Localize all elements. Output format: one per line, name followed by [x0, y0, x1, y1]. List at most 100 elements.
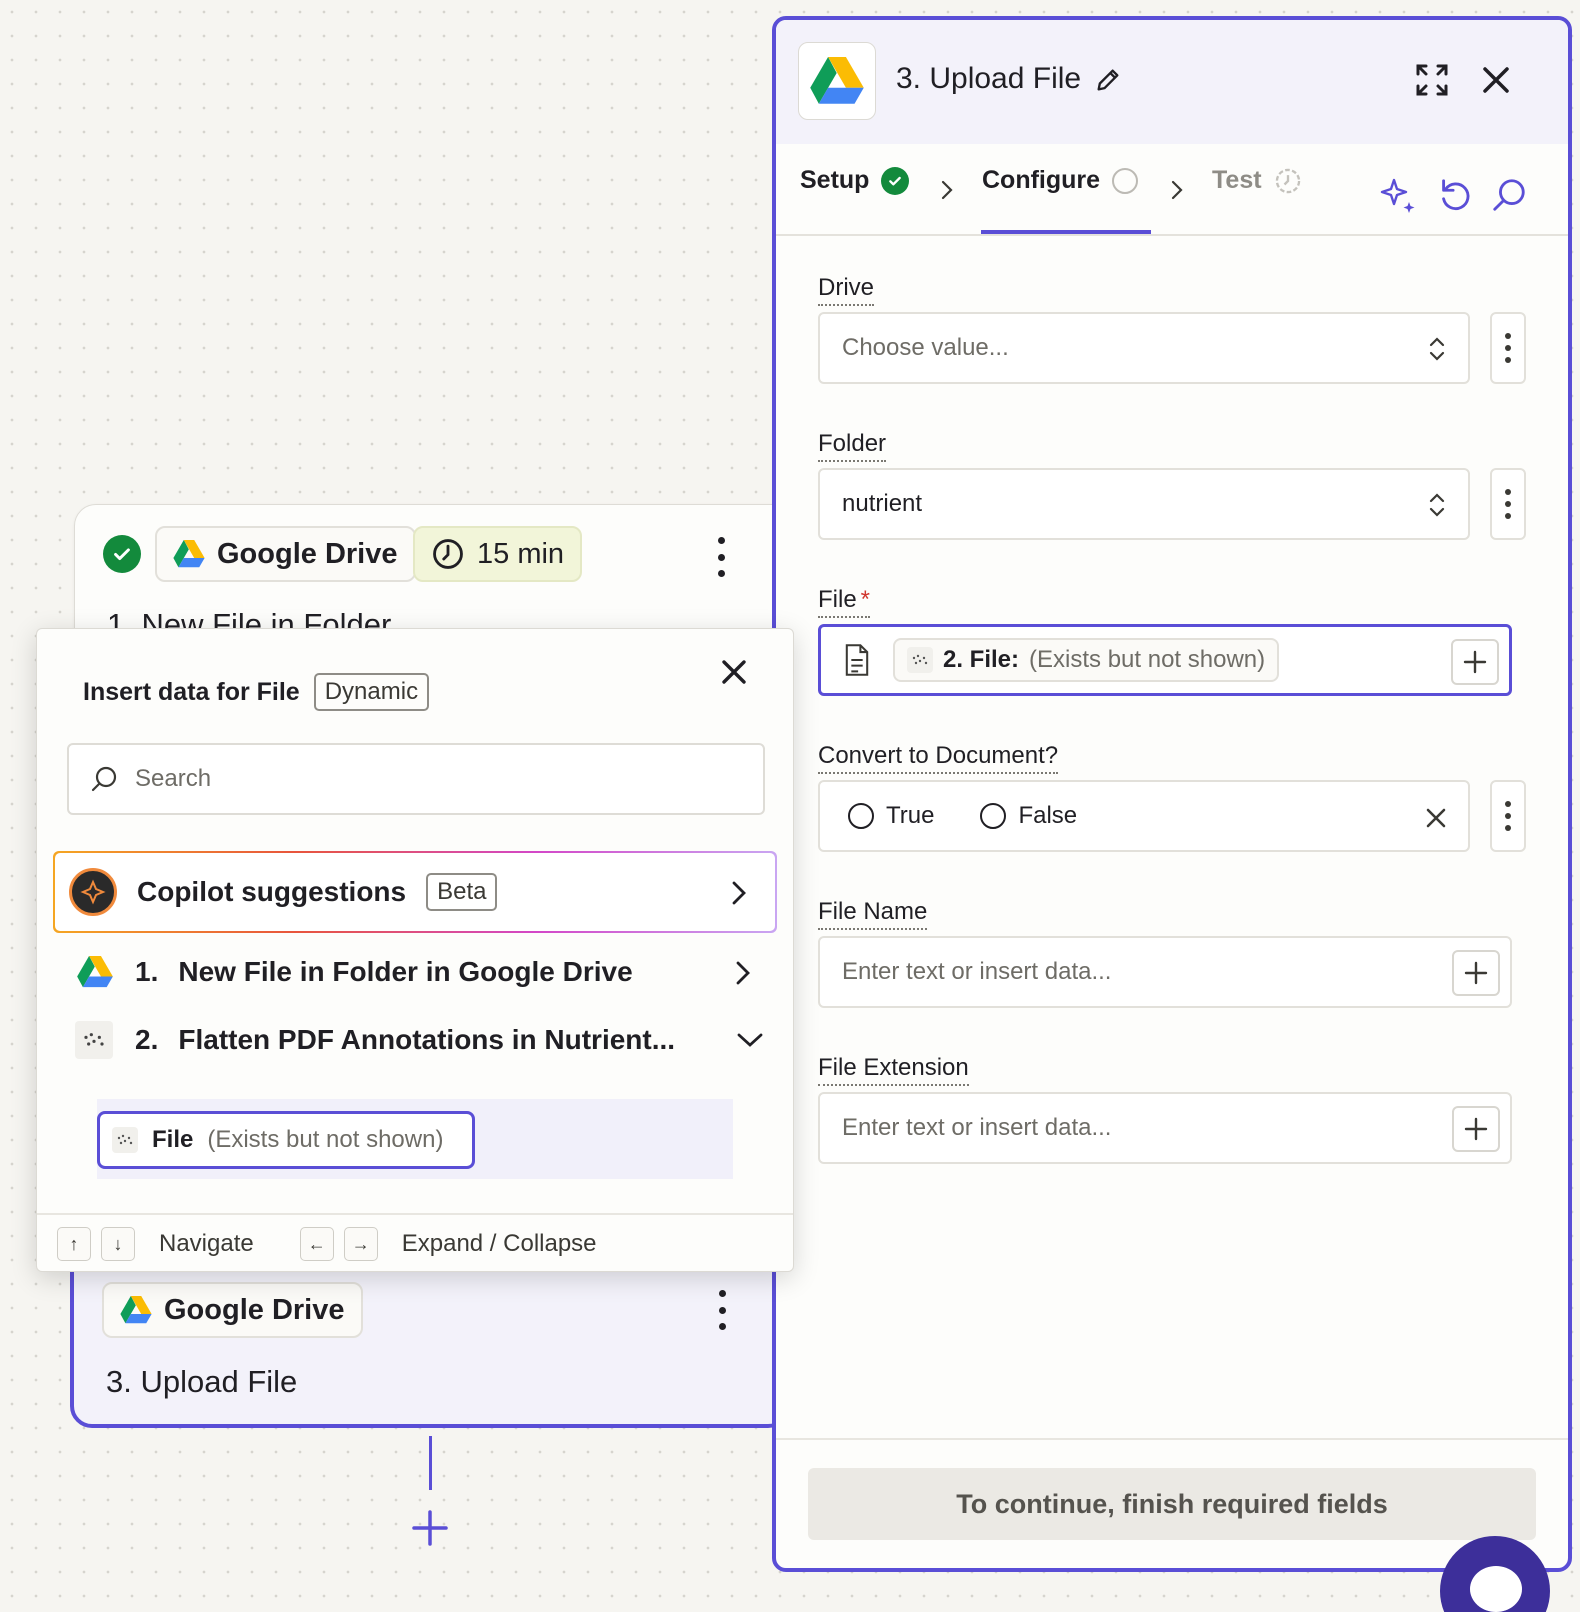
popup-footer: ↑ ↓ Navigate ← → Expand / Collapse — [37, 1213, 793, 1273]
close-icon[interactable] — [717, 655, 751, 689]
folder-value: nutrient — [842, 490, 923, 517]
folder-label: Folder — [818, 430, 887, 462]
plus-icon — [1464, 961, 1488, 985]
drive-placeholder: Choose value... — [842, 334, 1009, 361]
search-placeholder: Search — [135, 765, 212, 792]
folder-options-button[interactable] — [1490, 468, 1526, 540]
tree-item-step-2[interactable]: 2. Flatten PDF Annotations in Nutrient..… — [75, 1009, 767, 1071]
file-label-text: File — [818, 586, 857, 613]
chevron-right-icon — [941, 180, 953, 200]
copilot-icon — [69, 868, 117, 916]
file-name-placeholder: Enter text or insert data... — [842, 958, 1112, 985]
step-connector — [429, 1436, 432, 1490]
tree-item-label: New File in Folder in Google Drive — [178, 956, 633, 987]
check-icon — [881, 166, 910, 195]
tab-label: Configure — [982, 166, 1101, 194]
chat-icon — [1470, 1566, 1522, 1612]
check-icon — [103, 535, 141, 573]
chevron-down-icon — [737, 1033, 763, 1047]
drive-options-button[interactable] — [1490, 312, 1526, 384]
dynamic-tag: Dynamic — [313, 673, 430, 711]
sparkle-icon[interactable] — [1378, 176, 1418, 216]
step-menu-button[interactable] — [709, 537, 733, 577]
file-extension-placeholder: Enter text or insert data... — [842, 1114, 1112, 1141]
chevron-right-icon — [732, 881, 746, 905]
nutrient-icon — [907, 647, 933, 673]
tab-configure[interactable]: Configure — [982, 166, 1139, 195]
search-icon[interactable] — [1490, 176, 1528, 214]
step-card-3[interactable]: Google Drive 3. Upload File — [70, 1248, 790, 1428]
radio-true[interactable]: True — [848, 802, 934, 830]
file-insert-data-button[interactable] — [1451, 639, 1499, 685]
convert-label: Convert to Document? — [818, 742, 1059, 774]
step-title: 3. Upload File — [106, 1364, 298, 1399]
google-drive-icon — [77, 956, 113, 988]
pending-clock-icon — [1275, 168, 1300, 193]
radio-false-label: False — [1018, 802, 1078, 829]
radio-false[interactable]: False — [980, 802, 1077, 830]
radio-true-label: True — [886, 802, 935, 829]
file-data-pill[interactable]: 2. File: (Exists but not shown) — [893, 638, 1280, 682]
tree-item-step-1[interactable]: 1. New File in Folder in Google Drive — [77, 941, 767, 1003]
file-label: File * — [818, 586, 871, 618]
tab-setup[interactable]: Setup — [800, 166, 910, 195]
data-item-file[interactable]: File (Exists but not shown) — [97, 1111, 475, 1169]
file-extension-input[interactable]: Enter text or insert data... — [818, 1092, 1512, 1164]
app-chip-label: Google Drive — [217, 537, 398, 570]
tree-item-num: 2. — [135, 1024, 159, 1055]
app-chip: Google Drive — [155, 526, 416, 582]
nutrient-icon — [75, 1021, 113, 1059]
copilot-suggestions[interactable]: Copilot suggestions Beta — [53, 851, 777, 933]
file-extension-label: File Extension — [818, 1054, 969, 1086]
tree-item-label: Flatten PDF Annotations in Nutrient... — [178, 1024, 676, 1055]
data-item-note: (Exists but not shown) — [207, 1126, 444, 1153]
file-name-label: File Name — [818, 898, 928, 930]
arrow-left-key: ← — [299, 1227, 334, 1261]
required-mark: * — [860, 586, 871, 613]
panel-footer-divider — [776, 1438, 1568, 1440]
arrow-down-key: ↓ — [101, 1227, 135, 1261]
file-name-insert-button[interactable] — [1452, 950, 1500, 996]
search-input[interactable]: Search — [67, 743, 765, 815]
search-icon — [91, 766, 117, 792]
pencil-icon[interactable] — [1094, 66, 1122, 94]
file-pill-label: 2. File: — [943, 646, 1020, 673]
expand-icon[interactable] — [1412, 60, 1452, 100]
file-input[interactable]: 2. File: (Exists but not shown) — [818, 624, 1512, 696]
expand-collapse-hint: Expand / Collapse — [401, 1230, 597, 1257]
file-name-input[interactable]: Enter text or insert data... — [818, 936, 1512, 1008]
google-drive-icon — [173, 540, 205, 568]
convert-options-button[interactable] — [1490, 780, 1526, 852]
select-arrows-icon — [1429, 337, 1445, 361]
app-logo — [798, 42, 876, 120]
drive-select[interactable]: Choose value... — [818, 312, 1470, 384]
app-chip-label: Google Drive — [164, 1293, 345, 1326]
file-extension-insert-button[interactable] — [1452, 1106, 1500, 1152]
continue-button[interactable]: To continue, finish required fields — [808, 1468, 1536, 1540]
google-drive-icon — [810, 57, 864, 104]
nutrient-icon — [112, 1127, 138, 1153]
document-icon — [845, 644, 869, 676]
panel-title: 3. Upload File — [896, 62, 1082, 95]
copilot-label: Copilot suggestions — [137, 876, 407, 907]
step-menu-button[interactable] — [710, 1290, 734, 1330]
navigate-hint: Navigate — [159, 1230, 254, 1257]
time-chip-label: 15 min — [477, 537, 565, 570]
tab-test[interactable]: Test — [1212, 166, 1302, 195]
clear-icon[interactable] — [1424, 806, 1448, 830]
arrow-right-key: → — [343, 1227, 378, 1261]
app-chip: Google Drive — [102, 1282, 363, 1338]
panel-header: 3. Upload File — [776, 20, 1568, 144]
tab-label: Setup — [800, 166, 870, 194]
beta-tag: Beta — [426, 873, 498, 911]
drive-label: Drive — [818, 274, 875, 306]
select-arrows-icon — [1429, 493, 1445, 517]
add-step-icon[interactable] — [410, 1508, 450, 1548]
close-icon[interactable] — [1476, 60, 1516, 100]
folder-select[interactable]: nutrient — [818, 468, 1470, 540]
undo-icon[interactable] — [1436, 176, 1474, 214]
active-tab-indicator — [981, 230, 1151, 234]
data-item-label: File — [152, 1126, 194, 1153]
popup-title-text: Insert data for File — [83, 677, 300, 706]
empty-circle-icon — [1112, 167, 1139, 194]
